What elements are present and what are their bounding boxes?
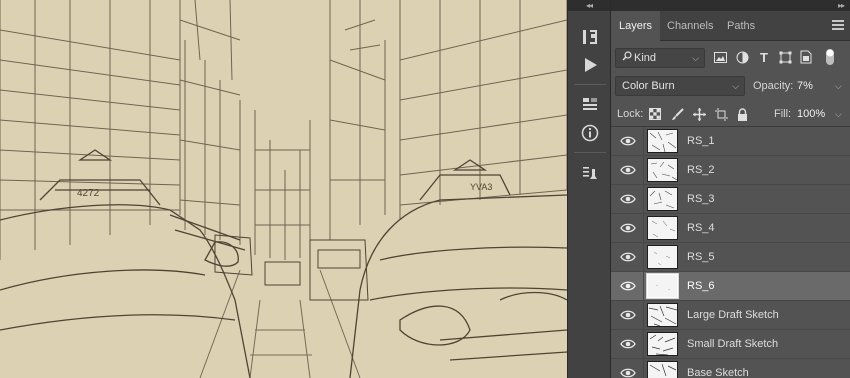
layer-name[interactable]: RS_6 xyxy=(687,272,715,301)
layer-name[interactable]: Base Sketch xyxy=(687,359,749,378)
lock-row: Lock: Fill: 100% ⌵ xyxy=(611,104,850,124)
layer-name[interactable]: RS_4 xyxy=(687,214,715,243)
layer-thumbnail xyxy=(647,129,678,153)
blend-mode-select[interactable]: Color Burn ⌵ xyxy=(615,76,745,96)
document-canvas[interactable]: 4272 YVA3 xyxy=(0,0,567,378)
layer-name[interactable]: RS_1 xyxy=(687,127,715,156)
blend-mode-value: Color Burn xyxy=(622,80,675,92)
panel-tabs: Layers Channels Paths xyxy=(611,11,850,42)
layer-row-selected[interactable]: RS_6 xyxy=(611,272,850,301)
layer-row[interactable]: RS_3 xyxy=(611,185,850,214)
kind-filter-label: Kind xyxy=(634,52,657,64)
shape-filter-icon[interactable] xyxy=(777,48,793,66)
image-filter-icon[interactable] xyxy=(712,48,728,66)
blend-row: Color Burn ⌵ Opacity: 7% ⌵ xyxy=(611,76,850,96)
visibility-eye-icon[interactable] xyxy=(620,134,636,148)
type-filter-icon[interactable]: T xyxy=(756,48,772,66)
layer-name[interactable]: Large Draft Sketch xyxy=(687,301,779,330)
tab-channels[interactable]: Channels xyxy=(659,11,721,41)
tab-paths[interactable]: Paths xyxy=(719,11,763,41)
layer-row[interactable]: RS_2 xyxy=(611,156,850,185)
opacity-chevron-icon[interactable]: ⌵ xyxy=(835,81,842,92)
visibility-eye-icon[interactable] xyxy=(620,337,636,351)
layer-thumbnail xyxy=(647,361,678,378)
layer-name[interactable]: Small Draft Sketch xyxy=(687,330,778,359)
visibility-eye-icon[interactable] xyxy=(620,366,636,378)
layer-thumbnail xyxy=(647,303,678,327)
lock-transparent-icon[interactable] xyxy=(648,107,662,121)
taxi-sign-left: 4272 xyxy=(77,188,100,199)
layer-thumbnail xyxy=(647,216,678,240)
layer-name[interactable]: RS_3 xyxy=(687,185,715,214)
lock-all-icon[interactable] xyxy=(735,107,749,121)
visibility-eye-icon[interactable] xyxy=(620,192,636,206)
layer-name[interactable]: RS_2 xyxy=(687,156,715,185)
layer-row[interactable]: Large Draft Sketch xyxy=(611,301,850,330)
lock-position-icon[interactable] xyxy=(692,107,706,121)
collapse-dock-button[interactable]: ◂◂ xyxy=(568,0,610,11)
tab-layers[interactable]: Layers xyxy=(611,11,661,42)
taxi-sign-right: YVA3 xyxy=(470,182,492,192)
filter-row: Kind ⌵ T xyxy=(611,48,850,68)
layer-row[interactable]: Base Sketch xyxy=(611,359,850,378)
lock-image-icon[interactable] xyxy=(670,107,684,121)
search-icon xyxy=(622,49,634,67)
layer-name[interactable]: RS_5 xyxy=(687,243,715,272)
layer-thumbnail xyxy=(646,273,679,299)
layer-row[interactable]: RS_4 xyxy=(611,214,850,243)
filter-toggle-icon[interactable] xyxy=(823,48,837,66)
properties-icon[interactable] xyxy=(576,92,604,118)
sketch-image: 4272 YVA3 xyxy=(0,0,567,378)
layer-thumbnail xyxy=(647,332,678,356)
smart-object-filter-icon[interactable] xyxy=(798,48,814,66)
visibility-eye-icon[interactable] xyxy=(620,163,636,177)
layer-row[interactable]: RS_1 xyxy=(611,127,850,156)
layer-thumbnail xyxy=(647,245,678,269)
layers-panel: ▸▸ Layers Channels Paths Kind ⌵ T Color … xyxy=(611,0,850,378)
history-icon[interactable] xyxy=(576,24,604,50)
info-icon[interactable] xyxy=(576,120,604,146)
opacity-label: Opacity: xyxy=(753,80,794,92)
kind-filter-select[interactable]: Kind ⌵ xyxy=(615,48,705,68)
lock-label: Lock: xyxy=(617,108,644,120)
layer-thumbnail xyxy=(647,158,678,182)
fill-label: Fill: xyxy=(774,108,792,120)
visibility-eye-icon[interactable] xyxy=(620,250,636,264)
fill-chevron-icon[interactable]: ⌵ xyxy=(835,109,842,120)
layer-row[interactable]: Small Draft Sketch xyxy=(611,330,850,359)
adjustment-filter-icon[interactable] xyxy=(734,48,750,66)
fill-value[interactable]: 100% xyxy=(797,108,825,120)
chevron-down-icon: ⌵ xyxy=(732,81,739,91)
tool-divider xyxy=(574,152,606,153)
chevron-down-icon: ⌵ xyxy=(692,53,699,63)
panel-menu-icon[interactable] xyxy=(832,20,844,30)
actions-play-icon[interactable] xyxy=(576,52,604,78)
lock-artboard-icon[interactable] xyxy=(714,107,728,121)
collapse-panel-button[interactable]: ▸▸ xyxy=(611,0,850,11)
layer-row[interactable]: RS_5 xyxy=(611,243,850,272)
character-styles-icon[interactable] xyxy=(576,160,604,186)
visibility-eye-icon[interactable] xyxy=(620,221,636,235)
opacity-value[interactable]: 7% xyxy=(797,80,813,92)
layers-list: RS_1 RS_2 RS_3 RS_4 RS_5 RS_6 Large Draf… xyxy=(611,126,850,378)
visibility-eye-icon[interactable] xyxy=(620,279,636,293)
panel-dock-strip: ◂◂ xyxy=(567,0,611,378)
tool-divider xyxy=(574,84,606,85)
visibility-eye-icon[interactable] xyxy=(620,308,636,322)
layer-thumbnail xyxy=(647,187,678,211)
